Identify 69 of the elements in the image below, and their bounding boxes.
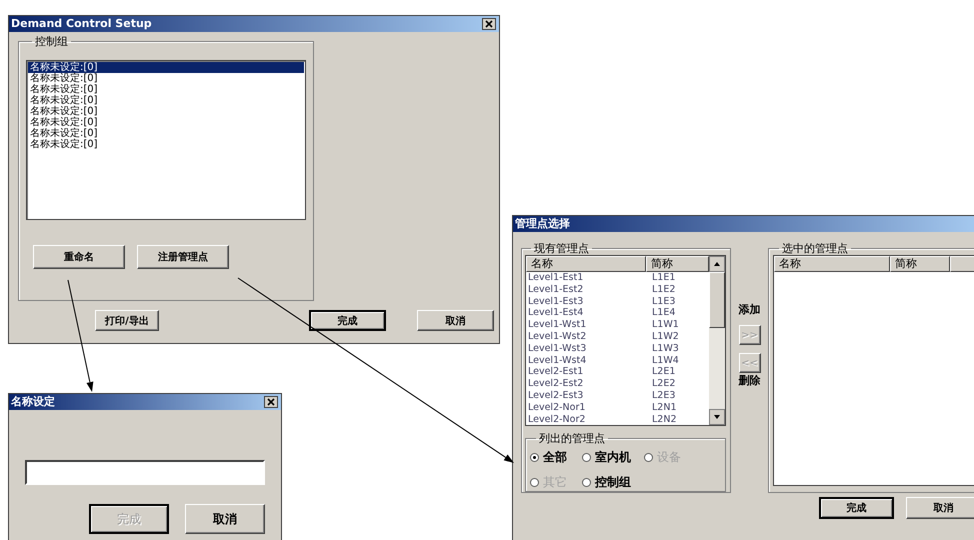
table-cell-text: Level1-Wst2 xyxy=(527,330,588,343)
close-icon[interactable] xyxy=(482,18,496,30)
window-title: Demand Control Setup xyxy=(11,17,152,31)
dialog-button[interactable]: 取消 xyxy=(417,310,494,331)
scroll-thumb[interactable] xyxy=(709,272,725,328)
add-label: 添加 xyxy=(738,302,760,317)
scroll-down-icon[interactable] xyxy=(709,409,725,426)
list-item[interactable]: 名称未设定:[0] xyxy=(28,106,304,117)
close-icon[interactable] xyxy=(264,396,278,408)
table-cell-text: L2N1 xyxy=(651,402,678,414)
table-cell-text: L1W3 xyxy=(651,342,680,355)
name-input-field[interactable] xyxy=(25,460,265,485)
table-cell-text: Level2-Est2 xyxy=(527,378,584,390)
dialog-button[interactable]: 取消 xyxy=(185,504,265,534)
dialog-button[interactable]: 完成 xyxy=(819,497,894,519)
window-title: 管理点选择 xyxy=(515,217,570,231)
list-item[interactable]: 名称未设定:[0] xyxy=(28,128,304,139)
remove-label: 删除 xyxy=(738,373,760,388)
table-cell-text: L1E2 xyxy=(651,284,676,296)
group-label: 现有管理点 xyxy=(533,242,590,255)
table-cell-text: Level1-Est4 xyxy=(527,307,584,320)
window-title: 名称设定 xyxy=(11,395,55,409)
table-cell-text: Level2-Est1 xyxy=(527,366,584,378)
group-label: 列出的管理点 xyxy=(538,432,606,446)
list-item[interactable]: 名称未设定:[0] xyxy=(28,62,304,73)
scrollbar[interactable] xyxy=(709,256,725,426)
dialog-button[interactable]: 注册管理点 xyxy=(137,245,229,269)
table-cell-text: L2E1 xyxy=(651,366,676,378)
radio-button[interactable] xyxy=(582,478,591,488)
table-cell-text: L1E3 xyxy=(651,296,676,308)
radio-button[interactable] xyxy=(582,453,591,462)
column-header[interactable]: 简称 xyxy=(890,256,950,272)
dialog-button[interactable]: 取消 xyxy=(906,497,974,519)
scroll-up-icon[interactable] xyxy=(709,256,725,272)
list-item[interactable]: 名称未设定:[0] xyxy=(28,73,304,84)
list-item[interactable]: 名称未设定:[0] xyxy=(28,95,304,106)
radio-label[interactable]: 全部 xyxy=(543,449,567,466)
list-item[interactable]: 名称未设定:[0] xyxy=(28,139,304,150)
group-label: 控制组 xyxy=(34,35,69,48)
table-cell-text: Level1-Wst4 xyxy=(527,354,588,366)
table-cell-text: L2E3 xyxy=(651,390,676,402)
table-cell-text: Level2-Est3 xyxy=(527,390,584,402)
table-cell-text: Level2-Nor2 xyxy=(527,414,586,426)
list-item[interactable]: 名称未设定:[0] xyxy=(28,117,304,128)
table-cell-text: Level2-Nor1 xyxy=(527,402,586,414)
table-cell-text: L1E4 xyxy=(651,307,676,320)
table-cell-text: L1W1 xyxy=(651,319,680,331)
table-cell-text: L1W2 xyxy=(651,330,680,343)
table-cell-text: L2E2 xyxy=(651,378,676,390)
table-cell-text: Level1-Est1 xyxy=(527,272,584,284)
table-cell-text: L2N2 xyxy=(651,414,678,426)
table-cell-text: Level1-Est3 xyxy=(527,296,584,308)
radio-label[interactable]: 室内机 xyxy=(595,449,631,466)
table-cell-text: L1W4 xyxy=(651,354,680,366)
column-header[interactable] xyxy=(950,256,974,272)
column-header[interactable]: 名称 xyxy=(774,256,890,272)
column-header[interactable]: 简称 xyxy=(646,256,709,272)
table-cell-text: Level1-Wst3 xyxy=(527,342,588,355)
table-cell-text: Level1-Est2 xyxy=(527,284,584,296)
dialog-button[interactable]: 完成 xyxy=(309,310,386,331)
table-cell-text: L1E1 xyxy=(651,272,676,284)
table-cell-text: Level1-Wst1 xyxy=(527,319,588,331)
radio-button[interactable] xyxy=(530,453,539,462)
radio-label[interactable]: 控制组 xyxy=(595,474,631,492)
group-label: 选中的管理点 xyxy=(781,242,849,255)
dialog-button[interactable]: 重命名 xyxy=(33,245,125,269)
dialog-button[interactable]: 打印/导出 xyxy=(95,310,159,331)
column-header[interactable]: 名称 xyxy=(526,256,646,272)
list-item[interactable]: 名称未设定:[0] xyxy=(28,84,304,95)
